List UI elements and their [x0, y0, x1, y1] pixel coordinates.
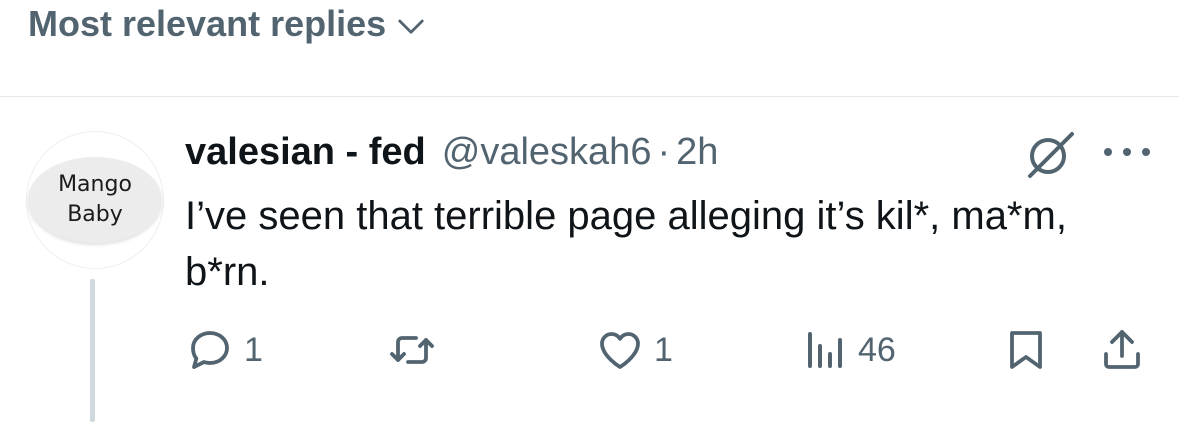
views-icon	[808, 332, 842, 368]
reply-button[interactable]: 1	[186, 322, 263, 378]
sort-label: Most relevant replies	[28, 3, 387, 44]
like-icon	[600, 332, 640, 369]
avatar-image: Mango Baby	[28, 157, 162, 243]
user-handle[interactable]: @valeskah6	[442, 131, 652, 174]
view-count: 46	[858, 330, 896, 369]
bookmark-icon	[1010, 331, 1042, 369]
reply-header: valesian - fed @valeskah6 · 2h	[185, 128, 718, 176]
bookmark-button[interactable]	[1002, 322, 1050, 378]
reply-count: 1	[244, 330, 263, 369]
share-button[interactable]	[1098, 322, 1146, 378]
avatar[interactable]: Mango Baby	[26, 131, 164, 269]
grok-icon[interactable]	[1022, 128, 1078, 180]
sort-replies-dropdown[interactable]: Most relevant replies	[28, 0, 426, 48]
repost-button[interactable]	[388, 322, 436, 378]
separator-dot: ·	[657, 130, 671, 173]
avatar-text-line1: Mango	[58, 172, 132, 197]
avatar-text-line2: Baby	[67, 202, 123, 227]
reply-icon	[191, 331, 229, 369]
divider	[0, 96, 1179, 97]
repost-icon	[390, 336, 434, 364]
chevron-down-icon	[398, 19, 424, 34]
like-count: 1	[654, 330, 673, 369]
like-button[interactable]: 1	[596, 322, 673, 378]
reply-text: I’ve seen that terrible page alleging it…	[185, 194, 1067, 294]
thread-line	[90, 279, 95, 422]
more-icon[interactable]	[1104, 140, 1150, 164]
views-button[interactable]: 46	[800, 322, 896, 378]
display-name[interactable]: valesian - fed	[185, 131, 426, 174]
timestamp[interactable]: 2h	[676, 131, 718, 174]
share-icon	[1104, 330, 1140, 369]
